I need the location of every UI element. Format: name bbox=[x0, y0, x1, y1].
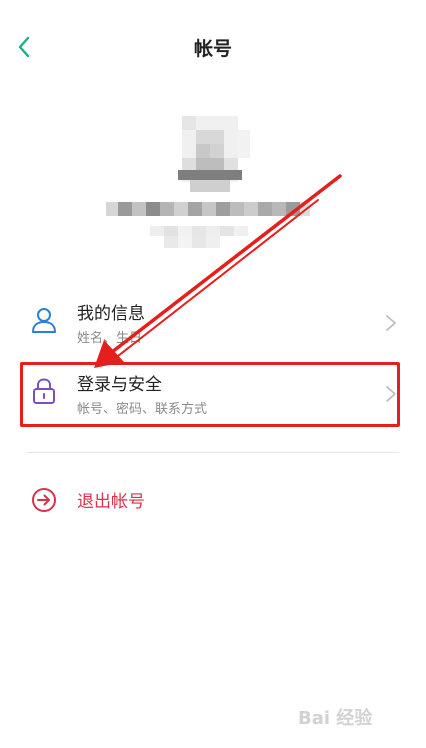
logout-circle-arrow-icon bbox=[32, 488, 56, 512]
chevron-right-icon bbox=[386, 386, 396, 402]
divider bbox=[27, 452, 399, 453]
menu-item-title: 我的信息 bbox=[77, 304, 145, 324]
page-title: 帐号 bbox=[193, 38, 232, 60]
logout-button[interactable]: 退出帐号 bbox=[20, 478, 280, 520]
lock-icon bbox=[33, 378, 55, 404]
chevron-right-icon bbox=[386, 315, 396, 331]
menu-item-subtitle: 帐号、密码、联系方式 bbox=[77, 402, 208, 417]
account-name-mosaic bbox=[106, 202, 310, 216]
avatar[interactable] bbox=[168, 116, 252, 194]
header: 帐号 bbox=[0, 0, 426, 92]
logout-label: 退出帐号 bbox=[77, 492, 145, 512]
menu-item-my-info[interactable]: 我的信息 姓名、生日 bbox=[20, 291, 406, 355]
menu-item-title: 登录与安全 bbox=[77, 375, 162, 395]
menu-item-login-security[interactable]: 登录与安全 帐号、密码、联系方式 bbox=[20, 362, 406, 426]
account-id-mosaic bbox=[150, 226, 248, 248]
person-icon bbox=[32, 308, 56, 333]
watermark: Bai 经验 bbox=[298, 700, 402, 730]
menu-item-subtitle: 姓名、生日 bbox=[77, 331, 143, 346]
watermark-text: Bai 经验 bbox=[298, 708, 373, 729]
